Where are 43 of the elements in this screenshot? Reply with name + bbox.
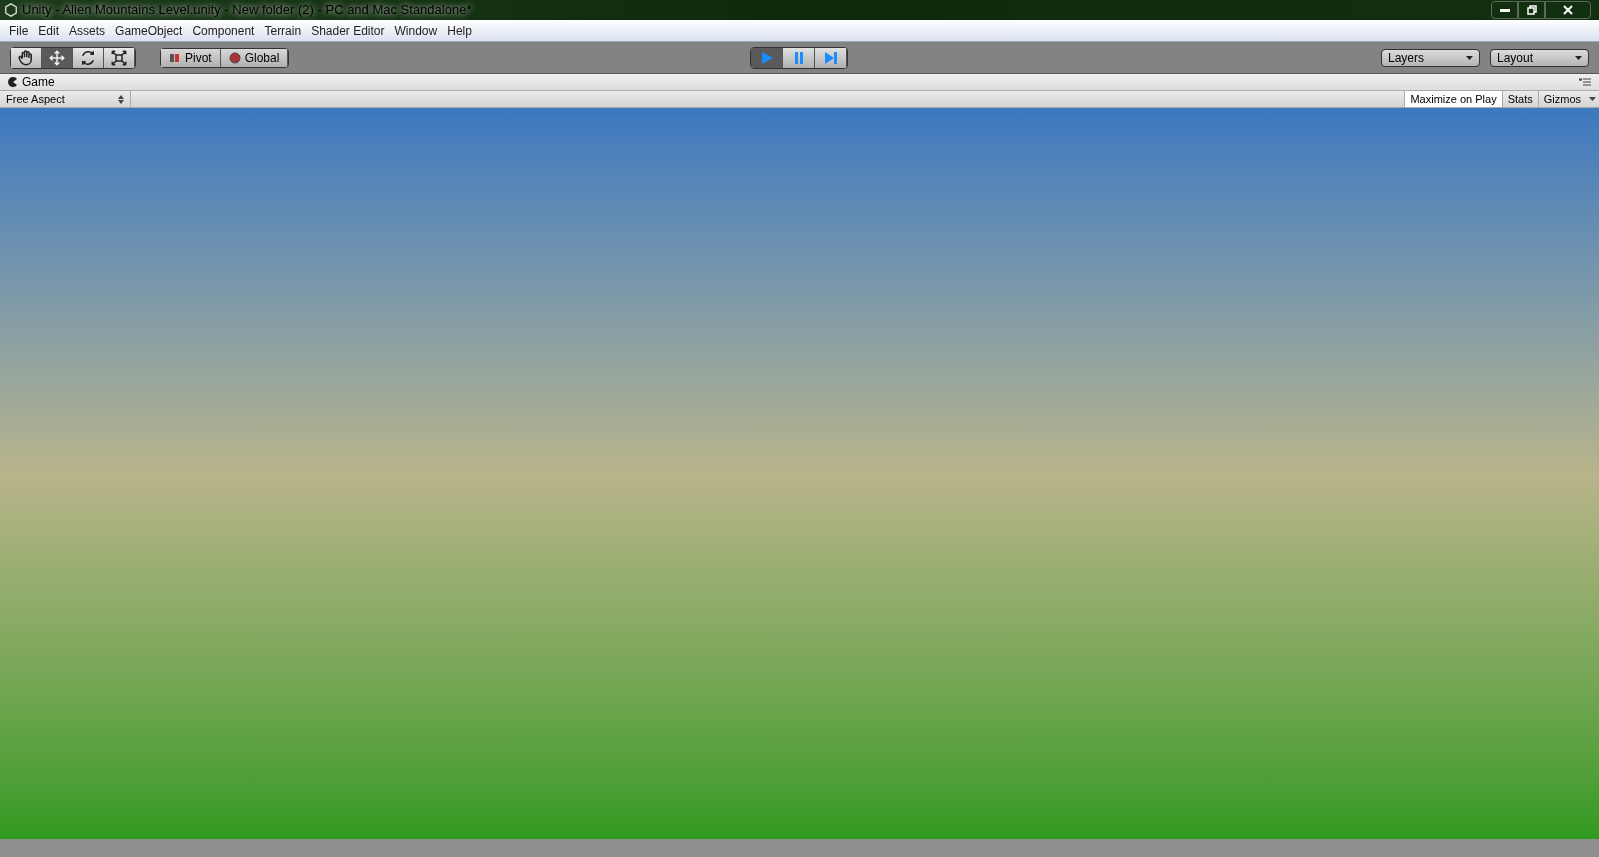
menu-item[interactable]: GameObject [110,21,188,40]
rotate-icon [79,48,97,67]
pivot-icon [169,51,181,64]
dropdown[interactable]: Layout [1490,48,1589,67]
minimize-button[interactable] [1491,1,1518,19]
step-icon [822,50,839,66]
hand-icon [17,48,35,67]
dropdown[interactable]: Layers [1381,48,1480,67]
playback-button[interactable] [783,48,815,68]
menu-item[interactable]: Edit [33,21,65,40]
restore-button[interactable] [1518,1,1545,19]
menu-item[interactable]: Assets [64,21,111,40]
menu-item[interactable]: Terrain [259,21,307,40]
toolbar-toggle[interactable]: Global [220,48,289,67]
scale-icon [110,48,128,67]
restore-icon [1526,5,1537,15]
menu-item[interactable]: File [4,21,34,40]
game-toolbar-toggle[interactable]: Gizmos [1537,91,1586,107]
game-toolbar-toggle[interactable]: Maximize on Play [1404,91,1502,107]
cube-logo-icon [4,3,18,17]
tool-button[interactable] [104,47,135,68]
panel-menu-icon[interactable] [1579,78,1591,86]
menu-item[interactable]: Shader Editor [306,21,390,40]
pacman-icon [8,77,18,87]
menu-item[interactable]: Window [389,21,443,40]
caret-icon [1466,55,1473,60]
toolbar-toggle[interactable]: Pivot [161,48,221,67]
tool-button[interactable] [42,47,73,68]
aspect-dropdown[interactable]: Free Aspect [0,91,131,107]
game-toolbar-toggle[interactable]: Stats [1501,91,1538,107]
stepper-icon [118,94,124,104]
caret-icon [1575,55,1582,60]
globe-icon [228,51,241,64]
menu-item[interactable]: Help [442,21,477,40]
close-button[interactable] [1545,1,1591,19]
tool-button[interactable] [73,47,104,68]
tool-button[interactable] [11,47,42,68]
close-icon [1563,5,1573,15]
menu-item[interactable]: Component [187,21,260,40]
move-arrows-icon [48,48,66,67]
playback-button[interactable] [815,48,847,68]
game-tab[interactable]: Game [8,73,55,91]
caret-icon[interactable] [1589,97,1596,101]
